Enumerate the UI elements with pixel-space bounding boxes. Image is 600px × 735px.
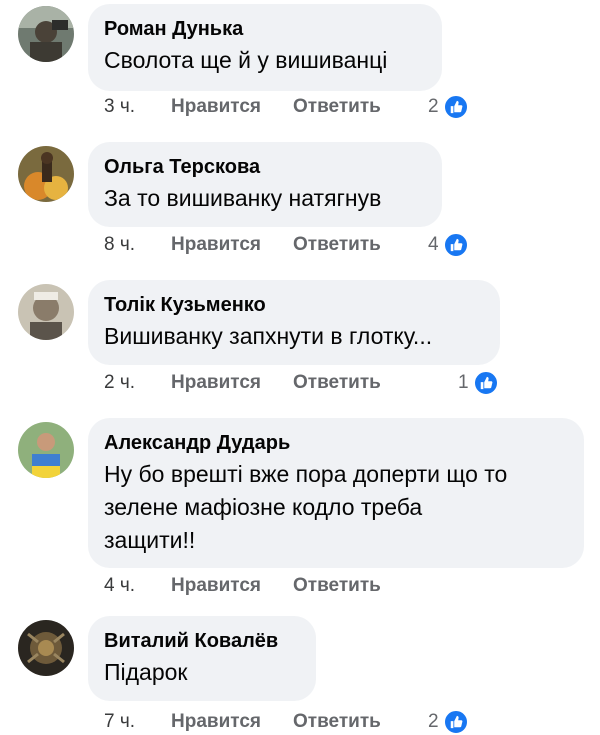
comment-time[interactable]: 2 ч. [104, 372, 135, 394]
comment-text: За то вишиванку натягнув [104, 185, 382, 211]
comment-time[interactable]: 4 ч. [104, 575, 135, 597]
comment-text-line: защити!! [104, 527, 196, 553]
comment-bubble: Александр Дударь Ну бо врешті вже пора д… [88, 418, 584, 568]
reaction-number: 2 [428, 711, 439, 732]
comment-text: Сволота ще й у вишиванці [104, 47, 388, 73]
like-button[interactable]: Нравится [171, 575, 261, 597]
reaction-count[interactable]: 2 [428, 94, 469, 120]
comment-actions: 3 ч. Нравится Ответить [104, 96, 381, 118]
reaction-number: 4 [428, 234, 439, 255]
comment-text: Ну бо врешті вже пора доперти що то зеле… [104, 458, 568, 557]
comment-actions: 2 ч. Нравится Ответить [104, 372, 381, 394]
like-button[interactable]: Нравится [171, 372, 261, 394]
thumbs-up-icon [442, 709, 469, 735]
reaction-count[interactable]: 4 [428, 232, 469, 258]
comment-text: Підарок [104, 659, 188, 685]
avatar[interactable] [18, 146, 74, 202]
comment-actions: 4 ч. Нравится Ответить [104, 575, 381, 597]
reply-button[interactable]: Ответить [293, 96, 381, 118]
avatar[interactable] [18, 620, 74, 676]
comment-time[interactable]: 3 ч. [104, 96, 135, 118]
comment-author[interactable]: Ольга Терскова [104, 154, 426, 180]
comment-author[interactable]: Роман Дунька [104, 16, 426, 42]
comment-text: Вишиванку запхнути в глотку... [104, 323, 433, 349]
comment-actions: 8 ч. Нравится Ответить [104, 234, 381, 256]
comment-author[interactable]: Виталий Ковалёв [104, 628, 300, 654]
comment-time[interactable]: 7 ч. [104, 711, 135, 733]
reaction-number: 2 [428, 96, 439, 117]
reaction-count[interactable]: 2 [428, 709, 469, 735]
like-button[interactable]: Нравится [171, 234, 261, 256]
thumbs-up-icon [472, 370, 499, 396]
comment-bubble: Роман Дунька Сволота ще й у вишиванці [88, 4, 442, 91]
like-button[interactable]: Нравится [171, 96, 261, 118]
thumbs-up-icon [442, 94, 469, 120]
comment-text-line: зелене мафіозне кодло треба [104, 494, 423, 520]
comment-actions: 7 ч. Нравится Ответить [104, 711, 381, 733]
avatar[interactable] [18, 6, 74, 62]
reaction-number: 1 [458, 372, 469, 393]
reaction-count[interactable]: 1 [458, 370, 499, 396]
comment-text-line: Ну бо врешті вже пора доперти що то [104, 461, 508, 487]
reply-button[interactable]: Ответить [293, 711, 381, 733]
avatar[interactable] [18, 422, 74, 478]
like-button[interactable]: Нравится [171, 711, 261, 733]
comment-bubble: Ольга Терскова За то вишиванку натягнув [88, 142, 442, 227]
comment-author[interactable]: Александр Дударь [104, 430, 568, 456]
reply-button[interactable]: Ответить [293, 575, 381, 597]
comment-bubble: Толік Кузьменко Вишиванку запхнути в гло… [88, 280, 500, 365]
reply-button[interactable]: Ответить [293, 234, 381, 256]
comment-time[interactable]: 8 ч. [104, 234, 135, 256]
reply-button[interactable]: Ответить [293, 372, 381, 394]
comment-bubble: Виталий Ковалёв Підарок [88, 616, 316, 701]
avatar[interactable] [18, 284, 74, 340]
comment-author[interactable]: Толік Кузьменко [104, 292, 484, 318]
thumbs-up-icon [442, 232, 469, 258]
